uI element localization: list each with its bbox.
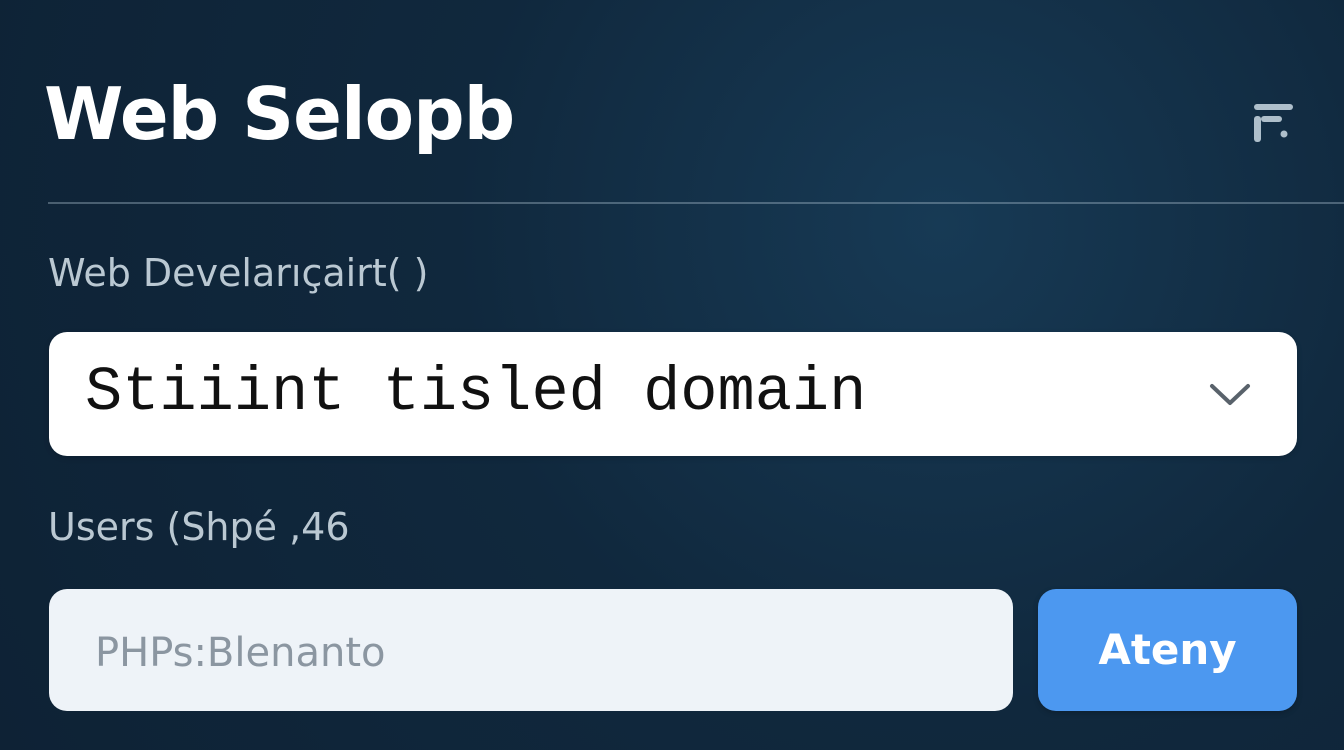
- page-title: Web Selopb: [44, 72, 515, 156]
- web-selopb-panel: Web Selopb Web Develarıçairt( ) Stiiint …: [0, 0, 1344, 750]
- domain-label: Web Develarıçairt( ): [48, 251, 429, 295]
- users-label: Users (Shpé ,46: [48, 505, 350, 549]
- users-input-value: PHPs:Blenanto: [95, 630, 386, 676]
- users-input[interactable]: PHPs:Blenanto: [49, 589, 1013, 711]
- header-divider: [48, 202, 1344, 204]
- filter-icon: [1254, 104, 1293, 142]
- filter-button[interactable]: [1248, 100, 1298, 146]
- domain-select[interactable]: Stiiint tisled domain: [49, 332, 1297, 456]
- domain-select-value: Stiiint tisled domain: [85, 357, 867, 428]
- apply-button[interactable]: Ateny: [1038, 589, 1297, 711]
- chevron-down-icon: [1210, 384, 1250, 405]
